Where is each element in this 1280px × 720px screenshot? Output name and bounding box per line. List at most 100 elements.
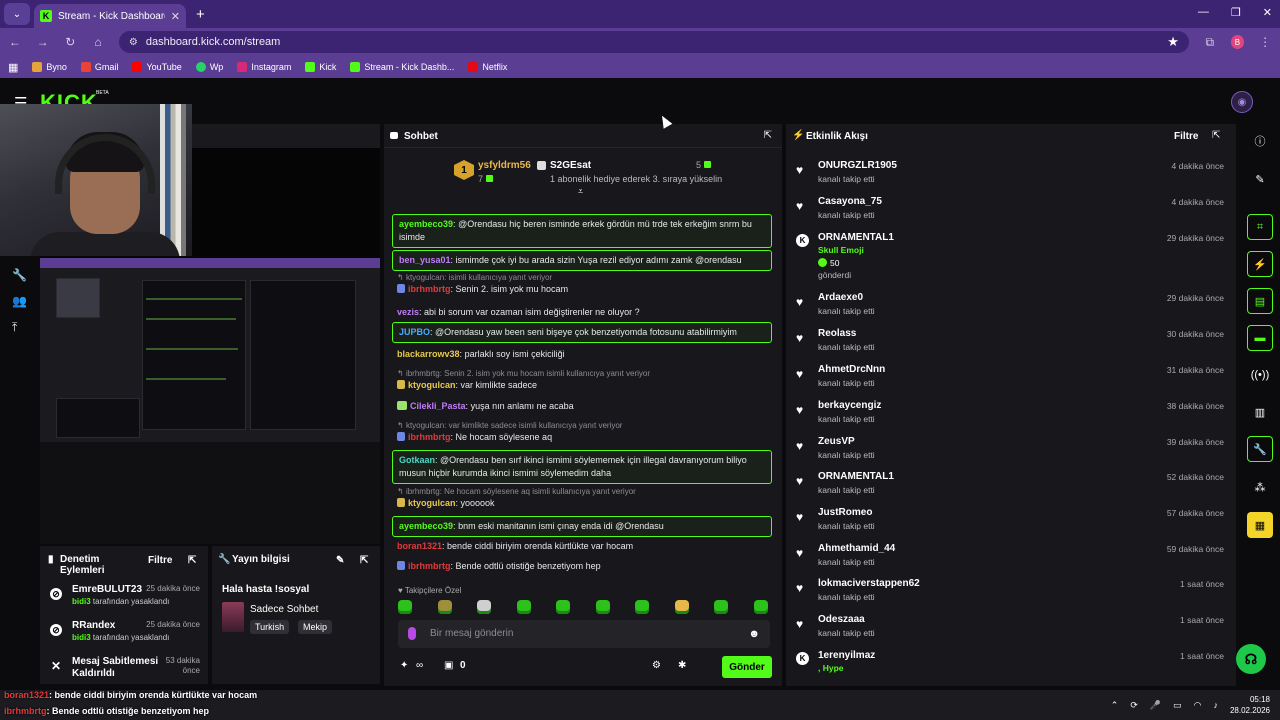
edit-pencil-icon[interactable]: ✎ [336, 555, 344, 566]
event-user[interactable]: berkaycengiz [818, 400, 881, 411]
chat-username[interactable]: ayembeco39 [399, 219, 453, 229]
document-icon[interactable]: ▤ [1247, 288, 1273, 314]
settings-gear-icon[interactable]: ⚙ [652, 660, 661, 671]
popout-icon[interactable]: ⇱ [360, 555, 368, 566]
popout-icon[interactable]: ⇱ [1212, 130, 1220, 141]
user-avatar[interactable]: ◉ [1231, 91, 1253, 113]
wrench-icon[interactable]: 🔧 [12, 268, 27, 282]
event-user[interactable]: Casayona_75 [818, 196, 882, 207]
chat-username[interactable]: Cilekli_Pasta [410, 401, 466, 411]
back-button[interactable]: ← [8, 35, 22, 49]
chat-message[interactable]: Gotkaan: @Orendasu ben sırf ikinci ismim… [392, 450, 772, 484]
microphone-icon[interactable]: 🎤 [1150, 700, 1161, 711]
profile-avatar[interactable]: B [1230, 35, 1245, 49]
event-user[interactable]: 1erenyilmaz [818, 650, 875, 661]
wifi-icon[interactable]: ◠ [1194, 700, 1202, 711]
forward-button[interactable]: → [36, 35, 50, 49]
bookmark-kick-dashboard[interactable]: Stream - Kick Dashb... [350, 62, 454, 72]
popout-icon[interactable]: ⇱ [188, 555, 196, 566]
emote-icon[interactable] [595, 600, 610, 614]
emote-icon[interactable] [437, 600, 452, 614]
chat-message[interactable]: ↰ ibrhmbrtg: Ne hocam söylesene aq isiml… [392, 486, 772, 510]
minimize-button[interactable]: — [1198, 6, 1209, 19]
new-tab-button[interactable]: + [196, 6, 205, 23]
chat-message[interactable]: boran1321: bende ciddi biriyim orenda kü… [392, 540, 772, 553]
home-button[interactable]: ⌂ [91, 35, 105, 49]
chat-message[interactable]: Cilekli_Pasta: yuşa nın anlamı ne acaba [392, 400, 772, 413]
bookmark-kick[interactable]: Kick [305, 62, 336, 72]
server-icon[interactable]: ▥ [1247, 399, 1273, 425]
bookmark-star-icon[interactable]: ★ [1167, 34, 1179, 50]
bookmark-instagram[interactable]: Instagram [237, 62, 291, 72]
feed-filter-button[interactable]: Filtre [1174, 131, 1198, 142]
volume-icon[interactable]: ♪ [1213, 700, 1218, 710]
scan-icon[interactable]: ⌗ [1247, 214, 1273, 240]
reload-button[interactable]: ↻ [63, 35, 77, 49]
popout-icon[interactable]: ⇱ [764, 130, 772, 141]
top-gifter-name[interactable]: ysfyldrm56 [478, 160, 531, 171]
clock[interactable]: 05:18 28.02.2026 [1230, 694, 1270, 716]
puzzle-icon[interactable]: ✱ [678, 660, 686, 671]
chat-username[interactable]: boran1321 [397, 541, 442, 551]
chat-username[interactable]: ibrhmbrtg [408, 561, 451, 571]
emote-icon[interactable] [477, 600, 492, 614]
event-user[interactable]: ORNAMENTAL1 [818, 471, 894, 482]
chat-message[interactable]: ben_yusa01: ismimde çok iyi bu arada siz… [392, 250, 772, 271]
site-info-icon[interactable]: ⚙ [129, 37, 138, 48]
chat-username[interactable]: JUPBO [399, 327, 430, 337]
users-icon[interactable]: 👥 [12, 294, 27, 308]
broadcast-icon[interactable]: ((•)) [1247, 362, 1273, 388]
emoji-picker-icon[interactable]: ☻ [748, 628, 760, 640]
close-tab-icon[interactable]: ✕ [171, 10, 180, 23]
tab-search-button[interactable]: ⌄ [4, 3, 30, 25]
nodes-icon[interactable]: ⁂ [1247, 474, 1273, 500]
event-user[interactable]: Ahmethamid_44 [818, 543, 895, 554]
moderation-filter-button[interactable]: Filtre [148, 555, 172, 566]
emote-icon[interactable] [674, 600, 689, 614]
edit-pencil-icon[interactable]: ✎ [1247, 166, 1273, 192]
browser-tab[interactable]: K Stream - Kick Dashboard ✕ [34, 4, 186, 28]
upload-icon[interactable]: ⤒ [12, 320, 17, 335]
chat-bubble-icon[interactable]: ▬ [1247, 325, 1273, 351]
emote-icon[interactable] [398, 600, 412, 614]
stream-tag[interactable]: Turkish [250, 620, 290, 634]
chat-message[interactable]: ayembeco39: bnm eski manitanın ismi çına… [392, 516, 772, 537]
lightning-icon[interactable]: ⚡ [1247, 251, 1273, 277]
event-user[interactable]: ZeusVP [818, 436, 855, 447]
tray-chevron-icon[interactable]: ⌃ [1111, 700, 1119, 711]
display-icon[interactable]: ▭ [1173, 700, 1182, 711]
chat-username[interactable]: ktyogulcan [408, 498, 456, 508]
info-icon[interactable]: ⓘ [1247, 128, 1273, 154]
extensions-icon[interactable]: ⧉ [1203, 35, 1217, 50]
clapperboard-icon[interactable]: ▦ [1247, 512, 1273, 538]
event-user[interactable]: ONURGZLR1905 [818, 160, 897, 171]
bookmark-netflix[interactable]: Netflix [468, 62, 507, 72]
mod-action-user[interactable]: RRandex [72, 620, 115, 631]
bookmark-youtube[interactable]: YouTube [132, 62, 182, 72]
chat-username[interactable]: ktyogulcan [408, 380, 456, 390]
sync-icon[interactable]: ⟳ [1130, 700, 1138, 711]
expand-chevron-icon[interactable]: ⩡ [578, 186, 583, 197]
chat-username[interactable]: vezis [397, 307, 419, 317]
chat-username[interactable]: ben_yusa01 [399, 255, 451, 265]
chat-message[interactable]: blackarrowv38: parlaklı soy ismi çekicil… [392, 348, 772, 361]
chat-username[interactable]: ibrhmbrtg [408, 432, 451, 442]
send-button[interactable]: Gönder [722, 656, 772, 678]
people-icon[interactable]: ✦ [400, 660, 408, 671]
chat-message[interactable]: ↰ ktyogulcan: isimli kullanıcıya yanıt v… [392, 272, 772, 296]
emote-icon[interactable] [753, 600, 768, 614]
chat-message[interactable]: ibrhmbrtg: Bende odtlü otistiğe benzetiy… [392, 560, 772, 573]
second-gifter-name[interactable]: S2GEsat [550, 160, 591, 171]
chat-username[interactable]: blackarrowv38 [397, 349, 460, 359]
emote-icon[interactable] [516, 600, 531, 614]
event-user[interactable]: lokmaciverstappen62 [818, 578, 920, 589]
chat-input[interactable]: Bir mesaj gönderin ☻ [398, 620, 770, 648]
event-user[interactable]: Odeszaaa [818, 614, 865, 625]
category-name[interactable]: Sadece Sohbet [250, 604, 318, 615]
microphone-icon[interactable] [408, 627, 416, 640]
chat-message[interactable]: ↰ ibrhmbrtg: Senin 2. isim yok mu hocam … [392, 368, 772, 392]
chat-message[interactable]: ↰ ktyogulcan: var kimlikte sadece isimli… [392, 420, 772, 444]
chat-message[interactable]: ayembeco39: @Orendasu hiç beren isminde … [392, 214, 772, 248]
bookmark-byno[interactable]: Byno [32, 62, 67, 72]
gift-box-icon[interactable]: ▣ [444, 660, 453, 671]
